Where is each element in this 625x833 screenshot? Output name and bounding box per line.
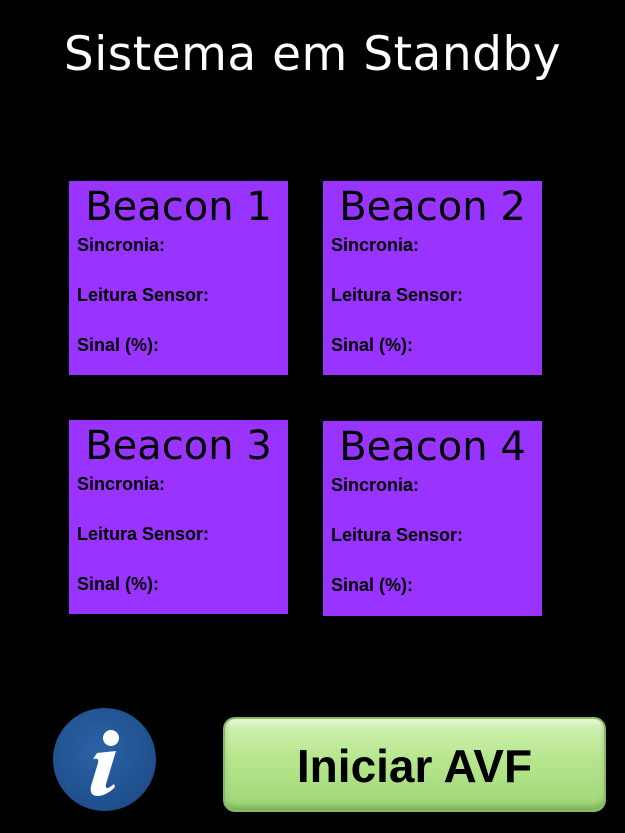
signal-label: Sinal (%): bbox=[77, 335, 160, 355]
sensor-reading-label: Leitura Sensor: bbox=[77, 285, 210, 305]
sensor-reading-label: Leitura Sensor: bbox=[331, 285, 464, 305]
info-icon bbox=[90, 730, 119, 796]
beacon-title: Beacon 2 bbox=[339, 184, 526, 230]
beacon-card-2: Beacon 2 Sincronia: Leitura Sensor: Sina… bbox=[323, 181, 542, 375]
signal-label: Sinal (%): bbox=[331, 575, 414, 595]
sync-label: Sincronia: bbox=[331, 235, 420, 255]
beacon-card-4: Beacon 4 Sincronia: Leitura Sensor: Sina… bbox=[323, 421, 542, 616]
beacon-card-3: Beacon 3 Sincronia: Leitura Sensor: Sina… bbox=[69, 420, 288, 614]
beacon-title: Beacon 4 bbox=[339, 424, 526, 470]
signal-label: Sinal (%): bbox=[331, 335, 414, 355]
beacon-card-1: Beacon 1 Sincronia: Leitura Sensor: Sina… bbox=[69, 181, 288, 375]
info-button[interactable] bbox=[53, 708, 156, 811]
beacon-title: Beacon 3 bbox=[85, 423, 272, 469]
sync-label: Sincronia: bbox=[77, 235, 166, 255]
start-avf-button[interactable]: Iniciar AVF bbox=[223, 717, 606, 812]
beacon-title: Beacon 1 bbox=[85, 184, 272, 230]
signal-label: Sinal (%): bbox=[77, 574, 160, 594]
sensor-reading-label: Leitura Sensor: bbox=[331, 525, 464, 545]
start-avf-label: Iniciar AVF bbox=[296, 740, 533, 792]
sync-label: Sincronia: bbox=[331, 475, 420, 495]
page-title: Sistema em Standby bbox=[63, 27, 562, 82]
sync-label: Sincronia: bbox=[77, 474, 166, 494]
sensor-reading-label: Leitura Sensor: bbox=[77, 524, 210, 544]
